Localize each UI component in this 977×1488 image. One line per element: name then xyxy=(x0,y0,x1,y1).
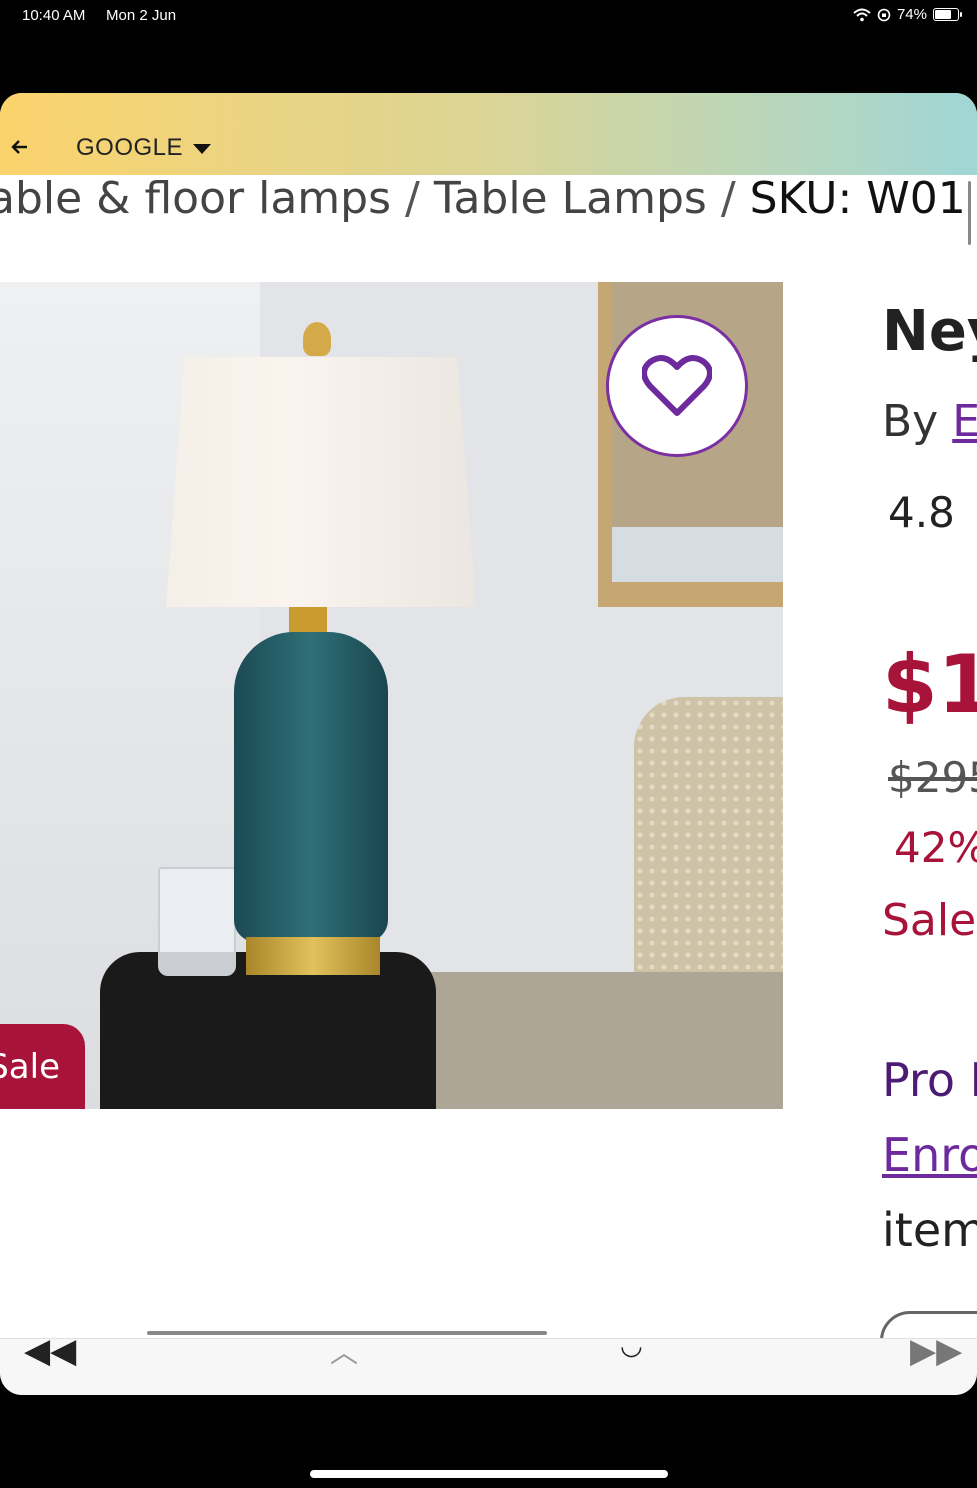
status-date: Mon 2 Jun xyxy=(106,7,177,24)
heart-outline-icon xyxy=(642,355,712,416)
brand-link[interactable]: E xyxy=(952,396,977,447)
side-table xyxy=(100,952,436,1109)
battery-percent: 74% xyxy=(896,6,927,23)
sale-price: $10 xyxy=(882,638,977,731)
refresh-icon[interactable]: ◡ xyxy=(620,1331,643,1361)
lamp-body xyxy=(234,632,388,942)
rewind-icon[interactable]: ◀◀ xyxy=(24,1331,76,1371)
caret-down-icon xyxy=(193,144,212,154)
items-text: item xyxy=(882,1203,977,1257)
lamp-base xyxy=(246,937,380,975)
rotation-lock-icon xyxy=(877,8,891,21)
breadcrumb: able & floor lamps / Table Lamps / SKU: W01 xyxy=(0,173,966,224)
back-button[interactable] xyxy=(8,137,32,161)
source-label: GOOGLE xyxy=(76,134,184,161)
sale-label: Sale xyxy=(882,895,977,946)
battery-icon xyxy=(933,8,962,21)
chevron-up-icon[interactable]: ︿ xyxy=(330,1331,358,1371)
scrollbar-thumb[interactable] xyxy=(968,181,971,245)
wishlist-button[interactable] xyxy=(606,315,748,457)
original-price: $295 xyxy=(888,753,977,802)
browser-window: GOOGLE able & floor lamps / Table Lamps / SK… xyxy=(0,93,977,1395)
wifi-icon xyxy=(853,8,871,21)
enroll-link[interactable]: Enro xyxy=(882,1128,977,1182)
water-glass xyxy=(158,867,236,976)
home-indicator[interactable] xyxy=(310,1470,668,1478)
breadcrumb-separator: / xyxy=(720,173,736,224)
status-time: 10:40 AM xyxy=(22,7,86,24)
lamp-finial xyxy=(303,322,331,356)
status-bar: 10:40 AM Mon 2 Jun 74% xyxy=(0,0,977,34)
fast-forward-icon[interactable]: ▶▶ xyxy=(910,1331,962,1371)
sale-badge: Sale xyxy=(0,1024,85,1109)
top-bar: GOOGLE xyxy=(0,93,977,175)
status-indicators: 74% xyxy=(853,6,962,23)
pro-program-title: Pro I xyxy=(882,1053,977,1107)
brand-line: By E xyxy=(882,396,977,447)
battery-fill xyxy=(935,10,951,19)
source-dropdown[interactable]: GOOGLE xyxy=(76,134,212,162)
drag-handle[interactable] xyxy=(147,1331,547,1335)
arrow-left-icon xyxy=(11,140,27,154)
lamp-shade xyxy=(166,357,476,607)
brand-prefix: By xyxy=(882,396,939,447)
breadcrumb-item-floor-lamps[interactable]: able & floor lamps xyxy=(0,173,391,224)
product-title: Ney xyxy=(882,299,977,364)
breadcrumb-item-table-lamps[interactable]: Table Lamps xyxy=(434,173,707,224)
breadcrumb-sku: SKU: W01 xyxy=(749,173,966,224)
bottom-toolbar: ◀◀ ︿ ◡ ▶▶ xyxy=(0,1331,977,1395)
rating-value[interactable]: 4.8 xyxy=(888,488,955,537)
breadcrumb-separator: / xyxy=(405,173,420,224)
discount-percent: 42% xyxy=(894,823,977,872)
